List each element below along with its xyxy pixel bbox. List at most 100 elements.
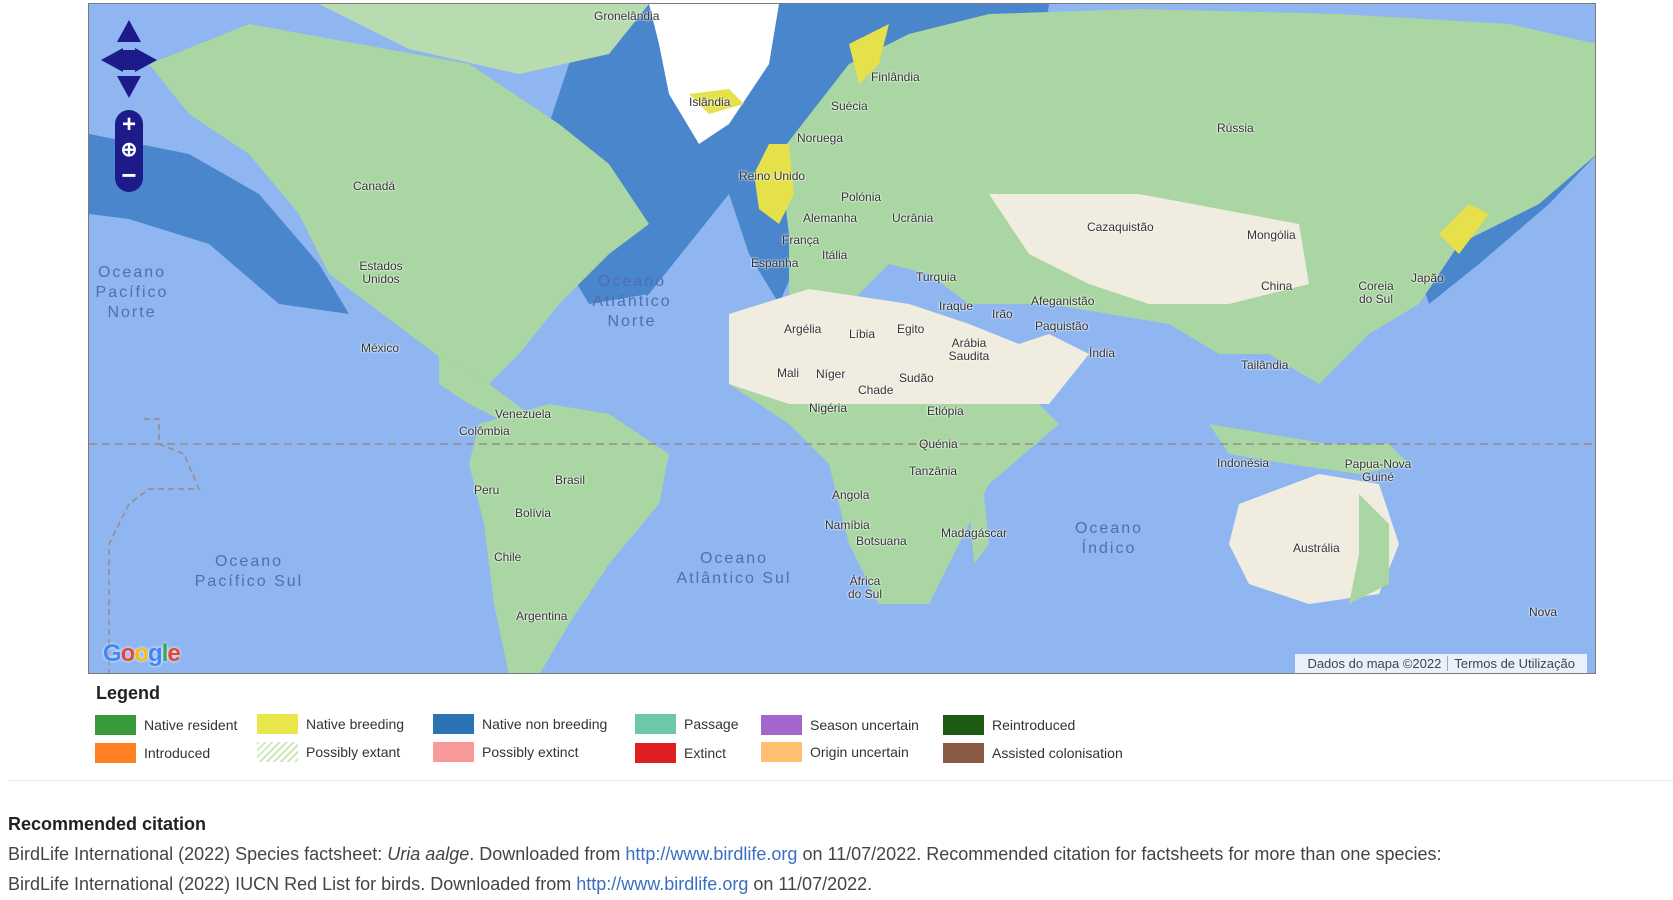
legend-swatch xyxy=(257,742,298,762)
zoom-world-globe-icon[interactable]: ⊕ xyxy=(115,138,143,162)
legend-swatch xyxy=(761,742,802,762)
legend-label: Passage xyxy=(684,716,739,732)
pan-down-arrow-icon[interactable] xyxy=(117,76,141,98)
label-poland: Polónia xyxy=(841,190,882,204)
label-libya: Líbia xyxy=(849,327,876,341)
terms-of-use-link[interactable]: Termos de Utilização xyxy=(1447,656,1581,671)
legend-title: Legend xyxy=(96,683,161,703)
citation-text: . Downloaded from xyxy=(469,844,626,864)
label-iraq: Iraque xyxy=(939,299,974,313)
map-navigation-control: + ⊕ − xyxy=(101,20,157,192)
label-usa: Estados Unidos xyxy=(359,259,403,286)
legend-swatch xyxy=(95,743,136,763)
label-chad: Chade xyxy=(858,383,894,397)
legend-item-reintroduced: Reintroduced xyxy=(943,714,1075,736)
label-finland: Finlândia xyxy=(871,70,920,84)
label-sweden: Suécia xyxy=(831,99,868,113)
legend-swatch xyxy=(95,715,136,735)
label-pakistan: Paquistão xyxy=(1035,319,1089,333)
label-mongolia: Mongólia xyxy=(1247,228,1296,242)
legend-swatch xyxy=(635,714,676,734)
label-spain: Espanha xyxy=(751,256,799,270)
label-uk: Reino Unido xyxy=(739,169,806,183)
legend-label: Season uncertain xyxy=(810,717,919,733)
citation-line-1: BirdLife International (2022) Species fa… xyxy=(8,844,1441,865)
label-norway: Noruega xyxy=(797,131,844,145)
label-japan: Japão xyxy=(1411,271,1444,285)
label-iran: Irão xyxy=(992,307,1013,321)
legend-swatch xyxy=(761,715,802,735)
legend-item-possibly-extinct: Possibly extinct xyxy=(433,741,578,763)
zoom-control: + ⊕ − xyxy=(115,110,143,192)
label-iceland: Islândia xyxy=(689,95,731,109)
label-algeria: Argélia xyxy=(784,322,822,336)
legend-label: Native non breeding xyxy=(482,716,608,732)
label-france: França xyxy=(782,233,820,247)
legend-label: Possibly extant xyxy=(306,744,401,760)
citation-title: Recommended citation xyxy=(8,814,207,834)
legend-item-native-breeding: Native breeding xyxy=(257,713,404,735)
label-greenland: Gronelândia xyxy=(594,9,660,23)
label-niger: Níger xyxy=(816,367,846,381)
label-tanzania: Tanzânia xyxy=(909,464,958,478)
legend-swatch xyxy=(943,715,984,735)
label-thailand: Tailândia xyxy=(1241,358,1289,372)
label-madagascar: Madagáscar xyxy=(941,526,1008,540)
pan-right-arrow-icon[interactable] xyxy=(135,48,157,72)
google-logo-letter: o xyxy=(134,640,149,667)
legend-item-possibly-extant: Possibly extant xyxy=(257,741,400,763)
label-indonesia: Indonésia xyxy=(1217,456,1270,470)
label-brazil: Brasil xyxy=(555,473,586,487)
label-new-zealand: Nova xyxy=(1529,605,1558,619)
label-north-pacific: Oceano Pacífico Norte xyxy=(95,264,169,321)
label-kazakhstan: Cazaquistão xyxy=(1087,220,1154,234)
legend-swatch xyxy=(257,714,298,734)
label-egypt: Egito xyxy=(897,322,925,336)
label-sudan: Sudão xyxy=(899,371,934,385)
label-nigeria: Nigéria xyxy=(809,401,848,415)
legend-label: Introduced xyxy=(144,745,211,761)
legend-swatch xyxy=(433,714,474,734)
google-logo-letter: G xyxy=(103,640,122,667)
label-indian-ocean: Oceano Índico xyxy=(1074,520,1144,557)
citation-line-2: BirdLife International (2022) IUCN Red L… xyxy=(8,874,872,895)
label-colombia: Colômbia xyxy=(459,424,510,438)
label-north-atlantic: Oceano Atlântico Norte xyxy=(592,273,672,330)
legend-item-extinct: Extinct xyxy=(635,742,726,764)
label-south-pacific: Oceano Pacífico Sul xyxy=(194,553,304,590)
legend-label: Reintroduced xyxy=(992,717,1076,733)
legend-item-season-uncertain: Season uncertain xyxy=(761,714,919,736)
label-mali: Mali xyxy=(777,366,800,380)
label-peru: Peru xyxy=(474,483,500,497)
label-ukraine: Ucrânia xyxy=(892,211,934,225)
legend-swatch xyxy=(433,742,474,762)
legend-item-passage: Passage xyxy=(635,713,738,735)
legend-label: Origin uncertain xyxy=(810,744,909,760)
label-kenya: Quénia xyxy=(919,437,958,451)
range-map[interactable]: Gronelândia Islândia Finlândia Suécia No… xyxy=(88,3,1596,674)
label-venezuela: Venezuela xyxy=(495,407,552,421)
zoom-in-button[interactable]: + xyxy=(115,112,143,138)
citation-text: BirdLife International (2022) IUCN Red L… xyxy=(8,874,577,894)
legend-label: Extinct xyxy=(684,745,727,761)
label-australia: Austrália xyxy=(1293,541,1340,555)
label-mexico: México xyxy=(361,341,400,355)
birdlife-link[interactable]: http://www.birdlife.org xyxy=(576,874,748,894)
legend-swatch xyxy=(943,743,984,763)
label-canada: Canadá xyxy=(353,179,396,193)
section-divider xyxy=(8,780,1673,781)
legend-swatch xyxy=(635,743,676,763)
label-bolivia: Bolívia xyxy=(515,506,552,520)
map-data-credit[interactable]: Dados do mapa ©2022 xyxy=(1301,656,1447,671)
pan-up-arrow-icon[interactable] xyxy=(117,20,141,42)
label-south-korea: Coreia do Sul xyxy=(1358,279,1394,306)
citation-text: on 11/07/2022. Recommended citation for … xyxy=(797,844,1442,864)
label-germany: Alemanha xyxy=(803,211,858,225)
birdlife-link[interactable]: http://www.birdlife.org xyxy=(625,844,797,864)
label-saudi-arabia: Arábia Saudita xyxy=(948,336,990,363)
legend-item-assisted-colonisation: Assisted colonisation xyxy=(943,742,1123,764)
species-name: Uria aalge xyxy=(387,844,470,864)
zoom-out-button[interactable]: − xyxy=(115,162,143,188)
legend-item-native-resident: Native resident xyxy=(95,714,237,736)
label-namibia: Namíbia xyxy=(825,518,870,532)
